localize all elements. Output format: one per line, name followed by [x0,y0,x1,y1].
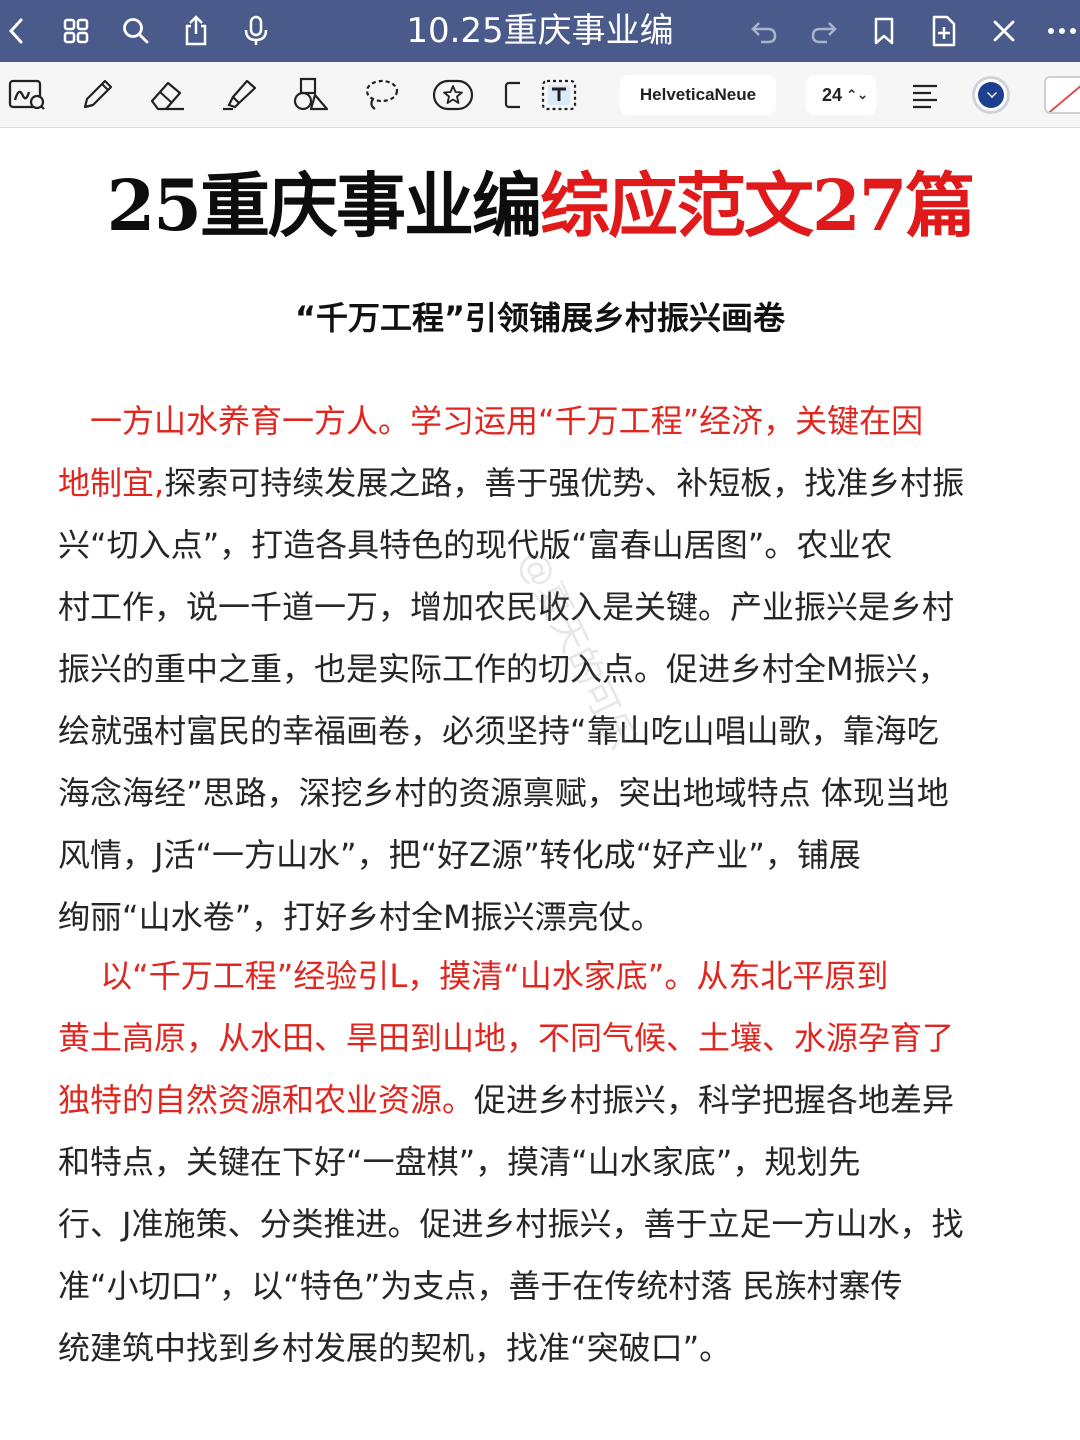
highlighted-text: 地制宜, [58,464,165,502]
body-text: 促进乡村振兴，科学把握各地差异 [474,1081,955,1119]
text-line: 村工作，说一千道一万，增加农民收入是关键。产业振兴是乡村 [58,576,1038,638]
text-line: 地制宜,探索可持续发展之路，善于强优势、补短板，找准乡村振 [58,452,1038,514]
text-line: 独特的自然资源和农业资源。促进乡村振兴，科学把握各地差异 [58,1069,1038,1131]
font-size-selector[interactable]: 24 ⌃⌄ [806,75,876,115]
text-line: 行、J准施策、分类推进。促进乡村振兴，善于立足一方山水，找 [58,1193,1038,1255]
body-text: 行、J准施策、分类推进。促进乡村振兴，善于立足一方山水，找 [58,1205,964,1243]
text-line: 海念海经”思路，深挖乡村的资源禀赋，突出地域特点 体现当地 [58,762,1038,824]
highlighted-text: 黄土高原，从水田、旱田到山地，不同气候、土壤、水源孕育了 [58,1019,955,1057]
highlighted-text: 独特的自然资源和农业资源。 [58,1081,475,1119]
text-line: 准“小切口”，以“特色”为支点，善于在传统村落 民族村寨传 [58,1255,1038,1317]
highlighted-text: 一方山水养育一方人。学习运用“千万工程”经济，关键在因 [58,402,924,440]
up-down-chevron-icon: ⌃⌄ [846,87,868,102]
text-line: 振兴的重中之重，也是实际工作的切入点。促进乡村全M振兴， [58,638,1038,700]
close-icon[interactable] [984,11,1024,51]
text-line: 黄土高原，从水田、旱田到山地，不同气候、土壤、水源孕育了 [58,1007,1038,1069]
text-color-swatch[interactable] [972,76,1010,114]
eraser-tool-icon[interactable] [144,72,190,118]
body-text: 绘就强村富民的幸福画卷，必须坚持“靠山吃山唱山歌，靠海吃 [58,712,939,750]
body-text: 统建筑中找到乡村发展的契机，找准“突破口”。 [58,1329,732,1367]
body-text: 海念海经”思路，深挖乡村的资源禀赋，突出地域特点 体现当地 [58,774,949,812]
document-title[interactable]: 10.25重庆事业编 [0,0,1080,62]
highlighter-tool-icon[interactable] [216,72,262,118]
heading-black-part: 25重庆事业编 [106,164,542,247]
sticker-tool-icon[interactable] [430,72,476,118]
text-align-icon[interactable] [902,72,948,118]
body-text: 村工作，说一千道一万，增加农民收入是关键。产业振兴是乡村 [58,588,955,626]
image-tool-icon[interactable] [496,72,520,118]
back-chevron-icon[interactable] [0,11,36,51]
text-line: 兴“切入点”，打造各具特色的现代版“富春山居图”。农业农 [58,514,1038,576]
text-line: 和特点，关键在下好“一盘棋”，摸清“山水家底”，规划先 [58,1131,1038,1193]
text-line: 绘就强村富民的幸福画卷，必须坚持“靠山吃山唱山歌，靠海吃 [58,700,1038,762]
body-text: 探索可持续发展之路，善于强优势、补短板，找准乡村振 [164,464,965,502]
text-line: 风情，J活“一方山水”，把“好Z源”转化成“好产业”，铺展 [58,824,1038,886]
bookmark-icon[interactable] [864,11,904,51]
text-tool-icon[interactable] [536,72,582,118]
pen-tool-icon[interactable] [74,72,120,118]
redo-icon[interactable] [804,11,844,51]
shapes-tool-icon[interactable] [288,72,334,118]
undo-icon[interactable] [744,11,784,51]
add-page-icon[interactable] [924,11,964,51]
body-text: 振兴的重中之重，也是实际工作的切入点。促进乡村全M振兴， [58,650,950,688]
grid-view-icon[interactable] [56,11,96,51]
share-icon[interactable] [176,11,216,51]
annotation-toolbar: HelveticaNeue 24 ⌃⌄ [0,62,1080,128]
lasso-tool-icon[interactable] [358,72,404,118]
search-icon[interactable] [116,11,156,51]
text-line: 以“千万工程”经验引L，摸清“山水家底”。从东北平原到 [58,945,1038,1007]
body-text: 兴“切入点”，打造各具特色的现代版“富春山居图”。农业农 [58,526,893,564]
body-text: 和特点，关键在下好“一盘棋”，摸清“山水家底”，规划先 [58,1143,861,1181]
read-only-toggle-icon[interactable] [4,72,50,118]
text-line: 绚丽“山水卷”，打好乡村全M振兴漂亮仗。 [58,886,1038,948]
more-options-icon[interactable] [1042,11,1080,51]
top-navigation-bar: 10.25重庆事业编 [0,0,1080,62]
font-family-selector[interactable]: HelveticaNeue [620,75,776,115]
microphone-icon[interactable] [236,11,276,51]
heading-red-part: 综应范文27篇 [540,164,975,247]
highlighted-text: 以“千万工程”经验引L，摸清“山水家底”。从东北平原到 [58,957,889,995]
font-size-value: 24 [822,85,843,105]
body-text: 风情，J活“一方山水”，把“好Z源”转化成“好产业”，铺展 [58,836,861,874]
text-line: 统建筑中找到乡村发展的契机，找准“突破口”。 [58,1317,1038,1379]
page-heading: 25重庆事业编综应范文27篇 [0,158,1080,254]
body-text: 绚丽“山水卷”，打好乡村全M振兴漂亮仗。 [58,898,663,936]
checkmark-icon [978,82,1004,108]
text-line: 一方山水养育一方人。学习运用“千万工程”经济，关键在因 [58,390,1038,452]
body-text: 准“小切口”，以“特色”为支点，善于在传统村落 民族村寨传 [58,1267,903,1305]
essay-title: “千万工程”引领铺展乡村振兴画卷 [294,299,786,337]
fill-color-none-swatch[interactable] [1044,76,1080,114]
